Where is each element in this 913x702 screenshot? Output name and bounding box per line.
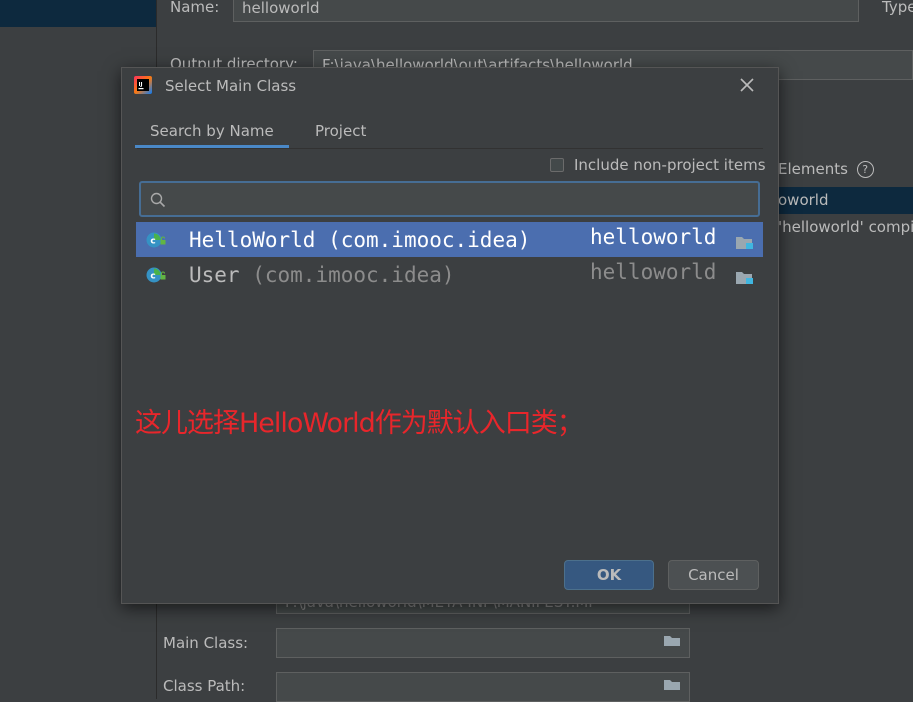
cancel-button[interactable]: Cancel	[668, 560, 759, 590]
dialog-title: Select Main Class	[165, 77, 297, 95]
search-box[interactable]	[139, 181, 760, 217]
tree-item-label: 'helloworld' compil	[778, 218, 913, 236]
include-non-project-toggle[interactable]: Include non-project items	[550, 155, 766, 175]
name-field[interactable]: helloworld	[233, 0, 859, 22]
class-name: User	[189, 263, 240, 287]
close-icon[interactable]	[738, 76, 756, 94]
class-path-field[interactable]	[276, 672, 690, 702]
name-label: Name:	[170, 0, 220, 16]
search-input[interactable]	[173, 187, 747, 213]
tree-item-selected[interactable]: oworld	[778, 187, 913, 214]
elements-header: Elements ?	[778, 160, 874, 178]
results-list: c HelloWorld (com.imooc.idea) helloworld…	[136, 222, 763, 292]
elements-label: Elements	[778, 160, 848, 178]
module-folder-icon	[736, 272, 753, 284]
include-non-project-label: Include non-project items	[574, 156, 766, 174]
class-name: HelloWorld	[189, 228, 316, 252]
class-package: (com.imooc.idea)	[252, 263, 455, 287]
class-module: helloworld	[590, 260, 717, 284]
list-item[interactable]: c HelloWorld (com.imooc.idea) helloworld	[136, 222, 763, 257]
ok-button[interactable]: OK	[564, 560, 654, 590]
select-main-class-dialog: IJ Select Main Class Search by Name Proj…	[121, 67, 779, 604]
main-class-label: Main Class:	[163, 634, 249, 652]
intellij-logo-icon: IJ	[134, 76, 152, 94]
svg-text:IJ: IJ	[139, 82, 143, 88]
help-icon[interactable]: ?	[856, 161, 874, 178]
list-item[interactable]: c User (com.imooc.idea) helloworld	[136, 257, 763, 292]
svg-text:c: c	[150, 272, 155, 282]
module-folder-icon	[736, 237, 753, 249]
left-panel-selected-item[interactable]	[0, 0, 156, 27]
tab-search-by-name[interactable]: Search by Name	[135, 122, 289, 148]
class-icon: c	[146, 232, 166, 248]
folder-icon[interactable]	[663, 634, 681, 647]
tree-item-label: oworld	[778, 191, 829, 209]
svg-text:c: c	[150, 237, 155, 247]
main-class-field[interactable]	[276, 628, 690, 658]
search-icon	[150, 192, 166, 208]
include-non-project-checkbox[interactable]	[550, 158, 564, 172]
class-name-text: User (com.imooc.idea)	[189, 263, 455, 287]
class-package: (com.imooc.idea)	[328, 228, 531, 252]
tab-bar: Search by Name Project	[135, 116, 763, 149]
class-icon: c	[146, 267, 166, 283]
folder-icon[interactable]	[663, 678, 681, 691]
annotation-text: 这儿选择HelloWorld作为默认入口类；	[135, 408, 584, 439]
class-module: helloworld	[590, 225, 717, 249]
class-name-text: HelloWorld (com.imooc.idea)	[189, 228, 530, 252]
tree-item-compile-output[interactable]: 'helloworld' compil	[778, 218, 913, 236]
class-path-label: Class Path:	[163, 677, 246, 695]
tab-project[interactable]: Project	[315, 122, 366, 140]
type-label: Type	[882, 0, 913, 16]
